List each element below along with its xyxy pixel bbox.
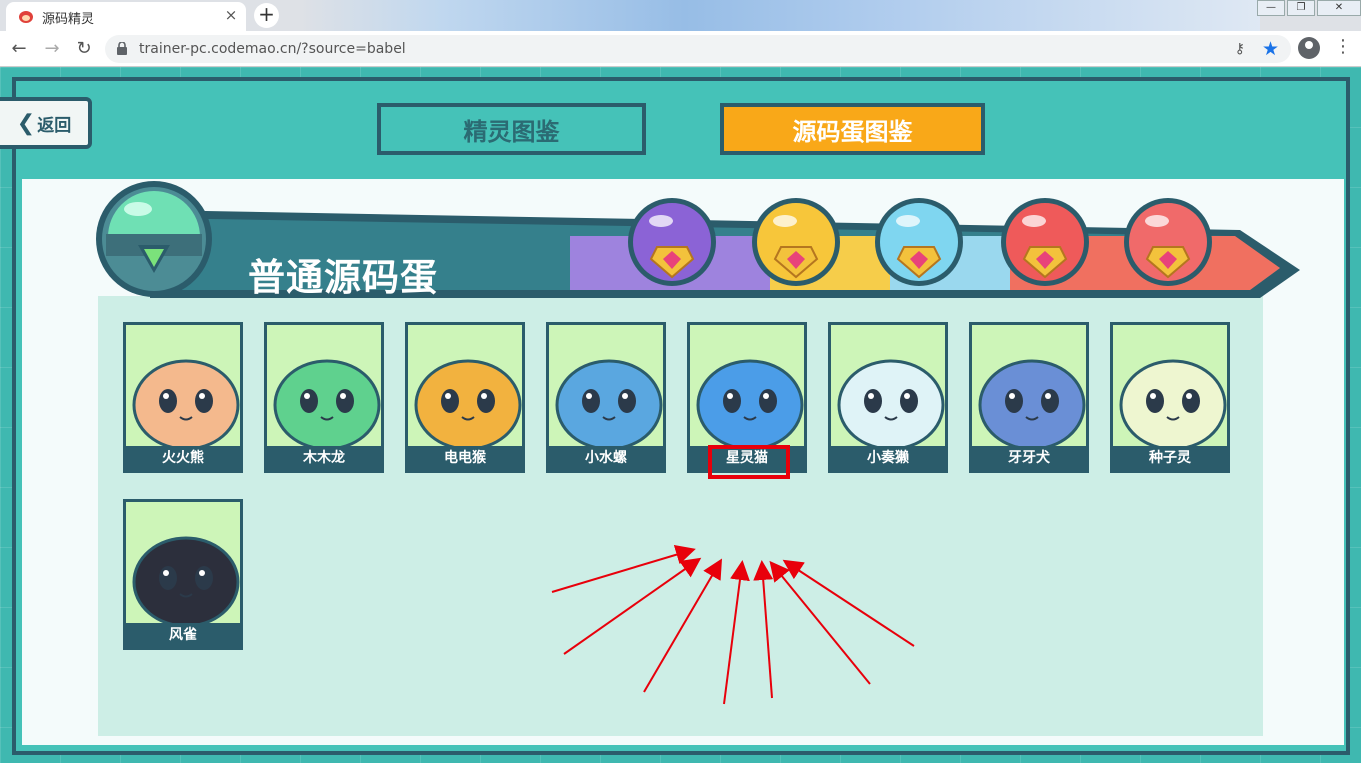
sprite-card[interactable]: 牙牙犬 <box>969 322 1089 473</box>
back-arrow-icon[interactable]: ← <box>8 38 30 60</box>
game-viewport: ❮ 返回 精灵图鉴 源码蛋图鉴 普通源码蛋 火火熊 木木龙 电电猴 小水螺 星灵猫 小奏獭… <box>0 67 1361 763</box>
sprite-portrait <box>696 359 804 447</box>
window-controls: — ❐ ✕ <box>1255 0 1361 18</box>
forward-arrow-icon[interactable]: → <box>41 38 63 60</box>
browser-toolbar: ← → ↻ trainer-pc.codemao.cn/?source=babe… <box>0 31 1361 67</box>
sprite-portrait <box>978 359 1086 447</box>
reload-icon[interactable]: ↻ <box>73 38 95 60</box>
tabbar-background <box>300 0 1260 31</box>
sprite-portrait <box>837 359 945 447</box>
lock-icon <box>117 42 127 55</box>
section-title: 普通源码蛋 <box>248 256 438 299</box>
favicon-icon <box>19 11 33 23</box>
browser-tab-bar: 源码精灵 × + — ❐ ✕ <box>0 0 1361 31</box>
sprite-card[interactable]: 小水螺 <box>546 322 666 473</box>
sprite-name: 小水螺 <box>549 446 663 470</box>
annotation-arrows <box>551 545 915 705</box>
minimize-button[interactable]: — <box>1257 0 1285 16</box>
address-bar[interactable]: trainer-pc.codemao.cn/?source=babel ⚷ ★ <box>105 35 1291 63</box>
sprite-name: 木木龙 <box>267 446 381 470</box>
sprite-name: 风雀 <box>126 623 240 647</box>
legend-egg-icon[interactable] <box>1123 197 1213 287</box>
tab-title: 源码精灵 <box>42 12 95 27</box>
sprite-card[interactable]: 电电猴 <box>405 322 525 473</box>
purple-egg-icon[interactable] <box>627 197 717 287</box>
sprite-card[interactable]: 木木龙 <box>264 322 384 473</box>
sprite-name: 小奏獭 <box>831 446 945 470</box>
sprite-card[interactable]: 小奏獭 <box>828 322 948 473</box>
restore-button[interactable]: ❐ <box>1287 0 1315 16</box>
sprite-portrait <box>273 359 381 447</box>
sprite-portrait <box>555 359 663 447</box>
sprite-portrait <box>132 536 240 624</box>
sprite-portrait <box>132 359 240 447</box>
sprite-card[interactable]: 火火熊 <box>123 322 243 473</box>
sprite-portrait <box>414 359 522 447</box>
red-egg-icon[interactable] <box>1000 197 1090 287</box>
url-text: trainer-pc.codemao.cn/?source=babel <box>139 41 406 57</box>
rainbow-egg-icon[interactable] <box>874 197 964 287</box>
bookmark-star-icon[interactable]: ★ <box>1262 38 1279 60</box>
sprite-name: 牙牙犬 <box>972 446 1086 470</box>
gold-egg-icon[interactable] <box>751 197 841 287</box>
tab-sprite-dex[interactable]: 精灵图鉴 <box>377 103 646 155</box>
sprite-name: 电电猴 <box>408 446 522 470</box>
normal-egg-icon <box>96 181 212 297</box>
chevron-left-icon: ❮ <box>16 110 36 136</box>
browser-tab[interactable]: 源码精灵 × <box>6 2 246 31</box>
tab-close-icon[interactable]: × <box>222 6 240 24</box>
back-button[interactable]: ❮ 返回 <box>0 97 92 149</box>
sprite-portrait <box>1119 359 1227 447</box>
sprite-card[interactable]: 风雀 <box>123 499 243 650</box>
key-icon[interactable]: ⚷ <box>1235 41 1245 57</box>
new-tab-button[interactable]: + <box>254 3 279 28</box>
sprite-card[interactable]: 种子灵 <box>1110 322 1230 473</box>
close-window-button[interactable]: ✕ <box>1317 0 1361 16</box>
tab-egg-dex[interactable]: 源码蛋图鉴 <box>720 103 985 155</box>
profile-icon[interactable] <box>1298 37 1320 59</box>
sprite-name: 火火熊 <box>126 446 240 470</box>
back-label: 返回 <box>37 115 72 136</box>
menu-kebab-icon[interactable]: ⋮ <box>1334 36 1352 57</box>
sprite-name: 种子灵 <box>1113 446 1227 470</box>
